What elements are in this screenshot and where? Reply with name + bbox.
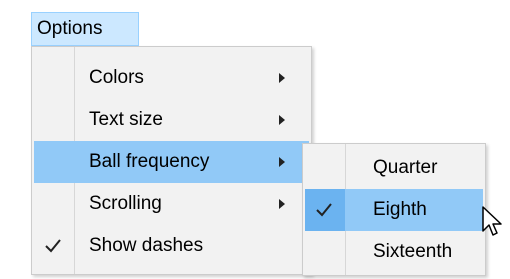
menu-options[interactable]: Options: [31, 12, 139, 46]
mouse-pointer-icon: [482, 206, 502, 236]
menu-item-label: Show dashes: [89, 235, 204, 256]
menu-item-label: Text size: [89, 109, 163, 130]
submenu-item-eighth[interactable]: Eighth: [305, 189, 483, 231]
menu-item-colors[interactable]: Colors: [34, 57, 309, 99]
check-area: [34, 225, 74, 267]
menu-item-label: Quarter: [373, 157, 438, 178]
checkmark-icon: [316, 203, 332, 217]
menu-item-scrolling[interactable]: Scrolling: [34, 183, 309, 225]
ball-frequency-submenu: Quarter Eighth Sixteenth: [302, 143, 486, 276]
menu-item-label: Scrolling: [89, 193, 162, 214]
menu-item-show-dashes[interactable]: Show dashes: [34, 225, 309, 267]
options-dropdown: Colors Text size Ball frequency Scrollin…: [31, 46, 312, 275]
menu-item-ball-frequency[interactable]: Ball frequency: [34, 141, 309, 183]
submenu-item-quarter[interactable]: Quarter: [305, 147, 483, 189]
menu-item-label: Sixteenth: [373, 241, 453, 262]
checkmark-icon: [45, 239, 61, 253]
check-area: [305, 189, 345, 231]
menu-options-label: Options: [37, 18, 103, 39]
menu-item-label: Colors: [89, 67, 144, 88]
submenu-item-sixteenth[interactable]: Sixteenth: [305, 231, 483, 273]
menu-item-label: Eighth: [373, 199, 427, 220]
menu-item-text-size[interactable]: Text size: [34, 99, 309, 141]
submenu-arrow-icon: [279, 73, 285, 83]
submenu-arrow-icon: [279, 115, 285, 125]
submenu-arrow-icon: [279, 199, 285, 209]
submenu-arrow-icon: [279, 157, 285, 167]
menu-item-label: Ball frequency: [89, 151, 210, 172]
